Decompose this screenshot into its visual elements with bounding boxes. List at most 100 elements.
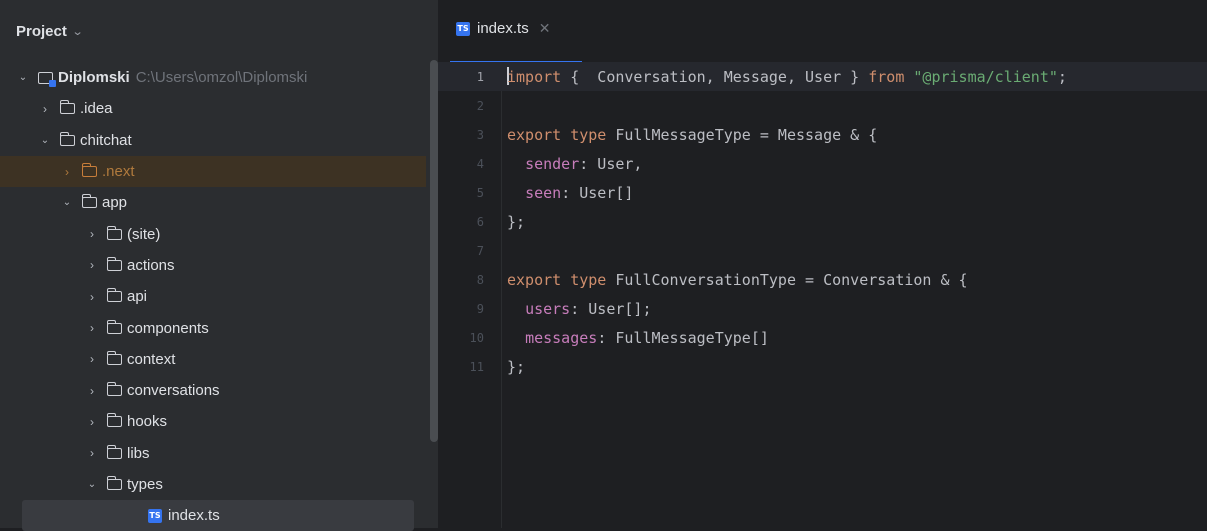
code-text: };: [507, 213, 525, 231]
tree-item-label: .next: [102, 163, 135, 181]
tree-item-app[interactable]: ⌄ app: [0, 187, 426, 218]
tree-item-actions[interactable]: › actions: [0, 250, 426, 281]
code-token: export type: [507, 270, 607, 289]
typescript-file-icon: TS: [148, 508, 162, 523]
tree-item-label: api: [127, 288, 148, 306]
chevron-down-icon[interactable]: ⌄: [38, 135, 52, 146]
tree-item-site[interactable]: › (site): [0, 218, 426, 249]
code-line[interactable]: 6};: [438, 207, 1207, 236]
line-number: 10: [469, 330, 484, 345]
code-token: sender: [525, 154, 580, 173]
code-line[interactable]: 7: [438, 236, 1207, 265]
project-panel-title: Project: [16, 22, 67, 40]
tree-item-label: index.ts: [168, 507, 220, 525]
folder-icon: [106, 413, 122, 428]
code-token: : User,: [579, 154, 643, 173]
tree-item-index-ts[interactable]: TS index.ts: [22, 500, 414, 531]
project-view-selector[interactable]: Project ⌄: [0, 0, 438, 62]
tab-label: index.ts: [477, 20, 529, 37]
project-scrollbar[interactable]: [430, 60, 438, 442]
project-panel: Project ⌄ ⌄ Diplomski C:\Users\omzol\Dip…: [0, 0, 438, 531]
tree-item-label: .idea: [80, 100, 113, 118]
tree-item-api[interactable]: › api: [0, 281, 426, 312]
code-line[interactable]: 2: [438, 91, 1207, 120]
chevron-right-icon[interactable]: ›: [85, 446, 99, 460]
code-line[interactable]: 8 export type FullConversationType = Conv…: [438, 265, 1207, 294]
folder-icon: [106, 319, 122, 334]
close-icon[interactable]: ✕: [539, 20, 551, 37]
code-line[interactable]: 4 sender: User,: [438, 149, 1207, 178]
folder-icon: [106, 256, 122, 271]
code-line[interactable]: 1 import { Conversation, Message, User } …: [438, 62, 1207, 91]
code-token: FullMessageType = Message & {: [606, 125, 878, 144]
code-token: };: [507, 357, 526, 376]
chevron-down-icon[interactable]: ⌄: [60, 197, 74, 208]
tree-item-types[interactable]: ⌄ types: [0, 469, 426, 500]
tree-item-label: actions: [127, 256, 175, 274]
folder-icon: [106, 444, 122, 459]
line-number: 11: [469, 359, 484, 374]
code-text: users: User[];: [507, 299, 651, 318]
tab-index-ts[interactable]: TS index.ts ✕: [456, 20, 550, 37]
project-tree: ⌄ Diplomski C:\Users\omzol\Diplomski › .…: [0, 62, 426, 531]
chevron-right-icon[interactable]: ›: [85, 352, 99, 366]
chevron-right-icon[interactable]: ›: [85, 415, 99, 429]
code-token: seen: [525, 183, 562, 202]
chevron-right-icon[interactable]: ›: [85, 258, 99, 272]
tree-item-idea[interactable]: › .idea: [0, 93, 426, 124]
typescript-file-icon: TS: [456, 21, 470, 36]
folder-icon: [106, 288, 122, 303]
chevron-right-icon[interactable]: ›: [85, 227, 99, 241]
tree-item-label: components: [127, 319, 209, 337]
code-line[interactable]: 11};: [438, 352, 1207, 381]
tree-item-conversations[interactable]: › conversations: [0, 375, 426, 406]
tree-item-context[interactable]: › context: [0, 344, 426, 375]
code-token: users: [525, 299, 571, 318]
code-line[interactable]: 10 messages: FullMessageType[]: [438, 323, 1207, 352]
tree-item-diplomski[interactable]: ⌄ Diplomski C:\Users\omzol\Diplomski: [0, 62, 426, 93]
tree-item-hooks[interactable]: › hooks: [0, 406, 426, 437]
code-line[interactable]: 9 users: User[];: [438, 294, 1207, 323]
code-text: messages: FullMessageType[]: [507, 329, 769, 347]
code-token: : User[]: [561, 183, 634, 202]
module-folder-icon: [38, 71, 56, 87]
tree-item-label: hooks: [127, 413, 168, 431]
code-lines: 1 import { Conversation, Message, User } …: [438, 62, 1207, 381]
code-text: };: [507, 358, 525, 376]
folder-icon: [59, 100, 75, 115]
code-token: import: [507, 68, 562, 86]
line-number: 2: [476, 98, 484, 113]
code-line[interactable]: 3 export type FullMessageType = Message &…: [438, 120, 1207, 149]
chevron-right-icon[interactable]: ›: [38, 102, 52, 116]
tree-item-label: app: [102, 194, 128, 212]
tree-item-label: chitchat: [80, 131, 132, 149]
line-number: 8: [476, 272, 484, 287]
chevron-down-icon[interactable]: ⌄: [16, 72, 30, 83]
code-line[interactable]: 5 seen: User[]: [438, 178, 1207, 207]
tree-item-chitchat[interactable]: ⌄ chitchat: [0, 125, 426, 156]
tree-item-label: context: [127, 350, 176, 368]
tree-item-label: types: [127, 476, 163, 493]
chevron-right-icon[interactable]: ›: [85, 290, 99, 304]
code-token: FullConversationType = Conversation & {: [606, 270, 968, 289]
tree-item-libs[interactable]: › libs: [0, 438, 426, 469]
chevron-right-icon[interactable]: ›: [85, 321, 99, 335]
chevron-down-icon[interactable]: ⌄: [85, 479, 99, 490]
folder-icon: [106, 382, 122, 397]
chevron-down-icon: ⌄: [71, 25, 84, 38]
code-text: export type FullConversationType = Conve…: [507, 271, 968, 289]
line-number: 7: [476, 243, 484, 258]
tree-item-next[interactable]: › .next: [0, 155, 426, 188]
line-number: 6: [476, 214, 484, 229]
tree-item-components[interactable]: › components: [0, 312, 426, 343]
chevron-right-icon[interactable]: ›: [85, 384, 99, 398]
folder-icon: [81, 194, 97, 209]
code-editor[interactable]: 1 import { Conversation, Message, User } …: [438, 62, 1207, 528]
chevron-right-icon[interactable]: ›: [60, 165, 74, 179]
code-token: { Conversation, Message, User }: [561, 68, 869, 86]
line-number: 1: [476, 69, 484, 84]
line-number: 3: [476, 127, 484, 142]
line-number: 9: [476, 301, 484, 316]
